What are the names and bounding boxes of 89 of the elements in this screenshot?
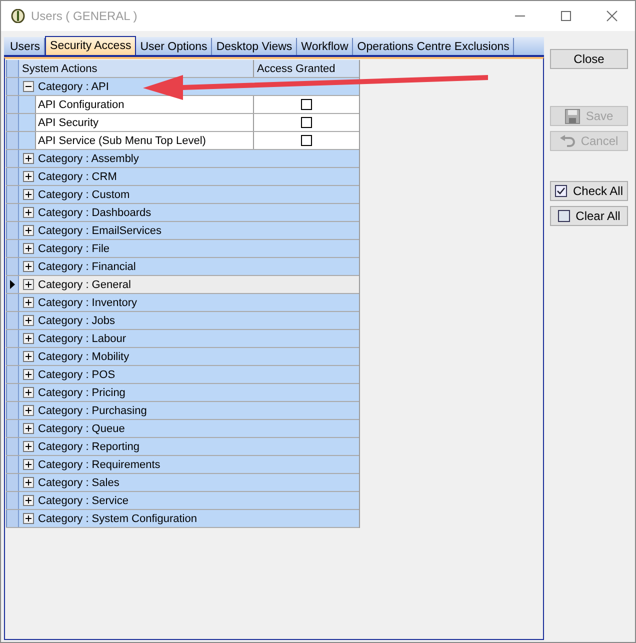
expand-icon[interactable] xyxy=(23,189,34,200)
expand-icon[interactable] xyxy=(23,441,34,452)
app-logo-icon xyxy=(11,9,25,23)
window-title: Users ( GENERAL ) xyxy=(31,9,138,23)
expand-icon[interactable] xyxy=(23,387,34,398)
category-row[interactable]: Category : Mobility xyxy=(6,348,359,366)
expand-icon[interactable] xyxy=(23,477,34,488)
action-button[interactable]: Clear All xyxy=(550,206,628,226)
access-checkbox[interactable] xyxy=(301,117,312,128)
expand-icon[interactable] xyxy=(23,207,34,218)
category-label: Category : Dashboards xyxy=(38,206,152,218)
category-row[interactable]: Category : EmailServices xyxy=(6,222,359,240)
category-label: Category : EmailServices xyxy=(38,224,162,236)
category-label: Category : API xyxy=(38,80,109,92)
empty-box-icon xyxy=(558,210,570,222)
category-row[interactable]: Category : Custom xyxy=(6,186,359,204)
category-label: Category : Sales xyxy=(38,476,120,488)
expand-icon[interactable] xyxy=(23,315,34,326)
category-row[interactable]: Category : Dashboards xyxy=(6,204,359,222)
category-label: Category : Service xyxy=(38,494,128,506)
category-label: Category : Inventory xyxy=(38,296,138,308)
category-label: Category : Mobility xyxy=(38,350,130,362)
category-label: Category : General xyxy=(38,278,131,290)
close-icon[interactable] xyxy=(606,10,618,22)
category-row[interactable]: Category : Service xyxy=(6,492,359,510)
tab[interactable]: Workflow xyxy=(297,38,354,55)
category-label: Category : Labour xyxy=(38,332,126,344)
expand-icon[interactable] xyxy=(23,333,34,344)
expand-icon[interactable] xyxy=(23,405,34,416)
category-row[interactable]: Category : Reporting xyxy=(6,438,359,456)
expand-icon[interactable] xyxy=(23,495,34,506)
tab[interactable]: Desktop Views xyxy=(212,38,298,55)
tab[interactable]: Operations Centre Exclusions xyxy=(353,38,514,55)
category-row[interactable]: Category : General xyxy=(6,276,359,294)
expand-icon[interactable] xyxy=(23,171,34,182)
category-row[interactable]: Category : Requirements xyxy=(6,456,359,474)
category-label: Category : Jobs xyxy=(38,314,116,326)
expand-icon[interactable] xyxy=(23,261,34,272)
category-label: Category : Financial xyxy=(38,260,136,272)
expand-icon[interactable] xyxy=(23,459,34,470)
category-label: Category : Assembly xyxy=(38,152,139,164)
access-checkbox[interactable] xyxy=(301,99,312,110)
table-cell: API Security xyxy=(35,114,254,131)
category-label: Category : File xyxy=(38,242,110,254)
category-row[interactable]: Category : CRM xyxy=(6,168,359,186)
action-button[interactable]: Check All xyxy=(550,181,628,201)
category-label: Category : Purchasing xyxy=(38,404,147,416)
category-label: Category : Custom xyxy=(38,188,130,200)
category-label: Category : CRM xyxy=(38,170,117,182)
access-checkbox[interactable] xyxy=(301,135,312,146)
expand-icon[interactable] xyxy=(23,243,34,254)
category-label: Category : System Configuration xyxy=(38,512,197,524)
category-row[interactable]: Category : Labour xyxy=(6,330,359,348)
category-label: Category : Reporting xyxy=(38,440,140,452)
expand-icon[interactable] xyxy=(23,153,34,164)
expand-icon[interactable] xyxy=(23,351,34,362)
action-button[interactable]: Close xyxy=(550,49,628,69)
expand-icon[interactable] xyxy=(23,279,34,290)
category-row[interactable]: Category : System Configuration xyxy=(6,510,359,528)
category-row[interactable]: Category : Assembly xyxy=(6,150,359,168)
table-cell: API Service (Sub Menu Top Level) xyxy=(35,132,254,149)
expand-icon[interactable] xyxy=(23,513,34,524)
tab[interactable]: Security Access xyxy=(45,36,136,55)
expand-icon[interactable] xyxy=(23,225,34,236)
undo-arrow-icon xyxy=(560,135,575,147)
tab[interactable]: User Options xyxy=(136,38,212,55)
category-row[interactable]: Category : Financial xyxy=(6,258,359,276)
category-row[interactable]: Category : Jobs xyxy=(6,312,359,330)
category-row[interactable]: Category : Pricing xyxy=(6,384,359,402)
category-row[interactable]: Category : POS xyxy=(6,366,359,384)
expand-icon[interactable] xyxy=(23,369,34,380)
category-row[interactable]: Category : Queue xyxy=(6,420,359,438)
category-label: Category : Queue xyxy=(38,422,125,434)
checked-box-icon xyxy=(554,185,567,197)
category-label: Category : Requirements xyxy=(38,458,160,470)
category-row[interactable]: Category : File xyxy=(6,240,359,258)
category-row[interactable]: Category : Sales xyxy=(6,474,359,492)
row-selector[interactable] xyxy=(6,276,19,293)
expand-icon[interactable] xyxy=(23,423,34,434)
row-pointer-icon xyxy=(10,280,15,289)
expand-icon[interactable] xyxy=(23,297,34,308)
column-header: Access Granted xyxy=(256,62,336,76)
category-label: Category : Pricing xyxy=(38,386,126,398)
table-cell: API Configuration xyxy=(35,96,254,113)
collapse-icon[interactable] xyxy=(23,81,34,92)
category-label: Category : POS xyxy=(38,368,116,380)
maximize-icon[interactable] xyxy=(560,10,572,22)
category-row[interactable]: Category : Purchasing xyxy=(6,402,359,420)
category-row[interactable]: Category : Inventory xyxy=(6,294,359,312)
